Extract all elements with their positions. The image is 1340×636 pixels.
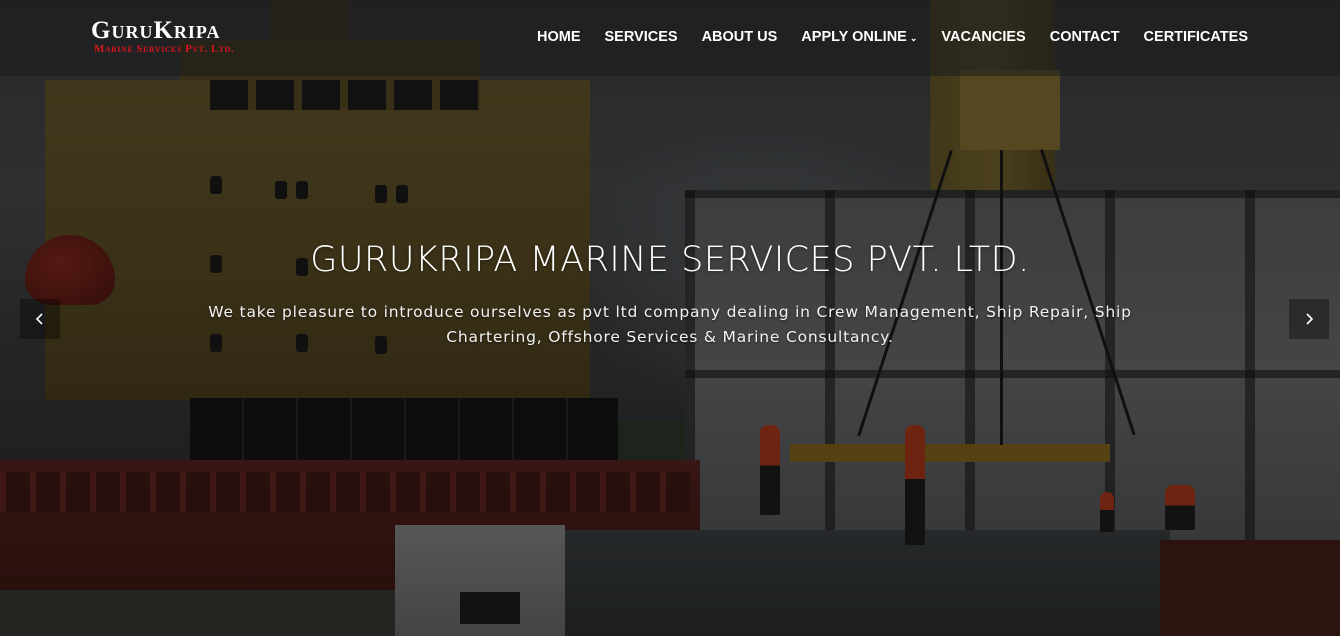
slide-title: GURUKRIPA MARINE SERVICES PVT. LTD.: [310, 240, 1030, 280]
nav-item-label: SERVICES: [604, 29, 678, 45]
chevron-left-icon: [35, 313, 43, 325]
chevron-right-icon: [1306, 313, 1314, 325]
nav-item-contact[interactable]: CONTACT: [1038, 29, 1132, 45]
nav-item-label: HOME: [536, 29, 581, 45]
slider-caption: GURUKRIPA MARINE SERVICES PVT. LTD. We t…: [0, 240, 1340, 350]
nav-item-services[interactable]: SERVICES: [592, 29, 689, 45]
nav-item-label: CONTACT: [1049, 29, 1120, 45]
logo-name: GuruKripa: [91, 17, 221, 44]
nav-item-label: CERTIFICATES: [1143, 29, 1248, 45]
nav-item-vacancies[interactable]: VACANCIES: [929, 29, 1037, 45]
carousel-prev-button[interactable]: [20, 299, 60, 339]
nav-item-label: ABOUT US: [701, 29, 778, 45]
carousel-next-button[interactable]: [1289, 299, 1329, 339]
slide-description: We take pleasure to introduce ourselves …: [208, 303, 1132, 346]
nav-item-apply-online[interactable]: APPLY ONLINE ⌄: [789, 29, 929, 45]
nav-item-about-us[interactable]: ABOUT US: [690, 29, 790, 45]
nav-item-label: VACANCIES: [941, 29, 1026, 45]
main-nav: HOME SERVICES ABOUT US APPLY ONLINE ⌄ VA…: [525, 29, 1248, 45]
logo-tagline: Marine Services Pvt. Ltd.: [94, 43, 235, 55]
site-header: GuruKripa Marine Services Pvt. Ltd. HOME…: [0, 0, 1340, 76]
chevron-down-icon: ⌄: [909, 32, 918, 43]
nav-item-certificates[interactable]: CERTIFICATES: [1132, 29, 1248, 45]
nav-item-label: APPLY ONLINE: [801, 29, 907, 45]
nav-item-home[interactable]: HOME: [525, 29, 593, 45]
site-logo[interactable]: GuruKripa Marine Services Pvt. Ltd.: [91, 17, 235, 56]
